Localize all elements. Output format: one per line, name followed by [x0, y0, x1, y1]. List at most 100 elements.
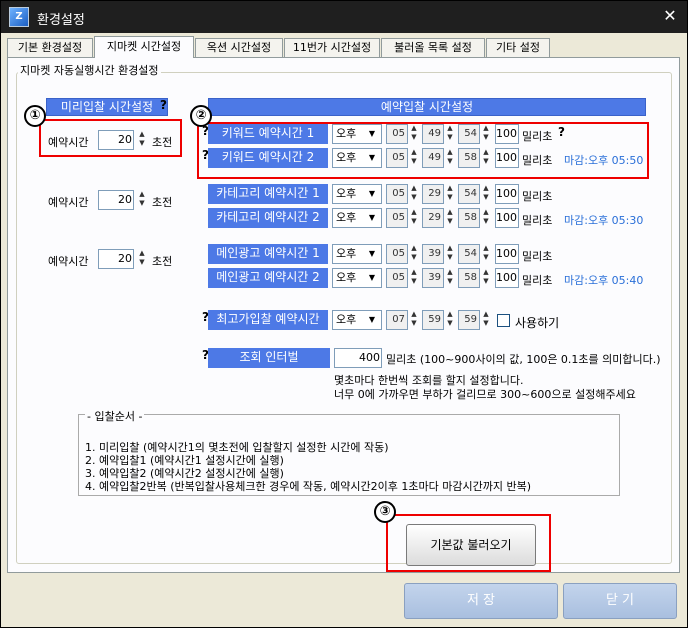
schedule-ampm-value: 오후	[336, 211, 357, 224]
marker-2: ②	[190, 105, 212, 127]
schedule-ms-input[interactable]: 100	[495, 268, 519, 288]
schedule-minute-spinner[interactable]: ▲ ▼	[445, 244, 455, 264]
pre-bid-spinner[interactable]: ▲ ▼	[137, 190, 147, 210]
schedule-ms-input[interactable]: 100	[495, 244, 519, 264]
max-bid-use-label: 사용하기	[515, 316, 560, 330]
highlight-frame-2	[197, 122, 649, 179]
schedule-deadline: 마감:오후 05:40	[564, 274, 644, 287]
bid-order-title: - 입찰순서 -	[85, 408, 145, 424]
window-close-button[interactable]: ✕	[659, 6, 681, 26]
marker-1: ①	[24, 105, 46, 127]
chevron-down-icon[interactable]: ▼	[365, 187, 379, 201]
pre-bid-unit: 초전	[152, 255, 173, 268]
schedule-second-spinner[interactable]: ▲ ▼	[481, 208, 491, 228]
schedule-minute-spinner[interactable]: ▲ ▼	[445, 208, 455, 228]
interval-label: 조회 인터벌	[208, 348, 330, 368]
pre-bid-header: 미리입찰 시간설정	[46, 98, 168, 116]
schedule-ampm-select[interactable]: 오후 ▼	[332, 208, 382, 228]
schedule-hour-input[interactable]: 05	[386, 268, 408, 288]
schedule-ms-unit: 밀리초	[522, 274, 553, 287]
schedule-second-input[interactable]: 58	[458, 268, 480, 288]
marker-3: ③	[374, 501, 396, 523]
schedule-second-input[interactable]: 58	[458, 208, 480, 228]
chevron-down-icon[interactable]: ▼	[365, 211, 379, 225]
chevron-down-icon[interactable]: ▼	[365, 271, 379, 285]
schedule-ms-unit: 밀리초	[522, 250, 553, 263]
schedule-hour-spinner[interactable]: ▲ ▼	[409, 184, 419, 204]
schedule-second-spinner[interactable]: ▲ ▼	[481, 244, 491, 264]
schedule-ms-input[interactable]: 100	[495, 208, 519, 228]
pre-bid-seconds-input[interactable]: 20	[98, 190, 134, 210]
tab-basic-settings[interactable]: 기본 환경설정	[7, 38, 93, 57]
highlight-frame-1	[39, 119, 182, 157]
schedule-second-spinner[interactable]: ▲ ▼	[481, 268, 491, 288]
schedule-label: 메인광고 예약시간 2	[208, 268, 328, 288]
max-bid-label: 최고가입찰 예약시간	[208, 310, 328, 330]
schedule-ampm-value: 오후	[336, 271, 357, 284]
pre-bid-header-label: 미리입찰 시간설정	[60, 100, 154, 114]
schedule-ampm-value: 오후	[336, 187, 357, 200]
save-button[interactable]: 저 장	[404, 583, 558, 619]
schedule-hour-input[interactable]: 05	[386, 244, 408, 264]
max-bid-use-checkbox[interactable]	[497, 314, 510, 327]
pre-bid-unit: 초전	[152, 196, 173, 209]
app-icon: Z	[9, 7, 29, 27]
settings-window: Z 환경설정 ✕ 기본 환경설정 지마켓 시간설정 옥션 시간설정 11번가 시…	[0, 0, 688, 628]
schedule-hour-spinner[interactable]: ▲ ▼	[409, 208, 419, 228]
tab-11st-time[interactable]: 11번가 시간설정	[284, 38, 380, 57]
chevron-down-icon[interactable]: ▼	[365, 313, 379, 327]
schedule-ms-input[interactable]: 100	[495, 184, 519, 204]
schedule-label: 카테고리 예약시간 1	[208, 184, 328, 204]
max-bid-ampm-value: 오후	[336, 313, 357, 326]
schedule-ampm-select[interactable]: 오후 ▼	[332, 244, 382, 264]
max-bid-hour-input[interactable]: 07	[386, 310, 408, 330]
schedule-second-spinner[interactable]: ▲ ▼	[481, 184, 491, 204]
schedule-minute-spinner[interactable]: ▲ ▼	[445, 268, 455, 288]
schedule-ms-unit: 밀리초	[522, 214, 553, 227]
schedule-label: 메인광고 예약시간 1	[208, 244, 328, 264]
chevron-down-icon[interactable]: ▼	[365, 247, 379, 261]
title-bar: Z 환경설정 ✕	[1, 1, 687, 33]
schedule-deadline: 마감:오후 05:30	[564, 214, 644, 227]
interval-help-line-2: 너무 0에 가까우면 부하가 걸리므로 300~600으로 설정해주세요	[334, 388, 636, 401]
close-button[interactable]: 닫 기	[563, 583, 677, 619]
schedule-minute-input[interactable]: 39	[422, 268, 444, 288]
window-title: 환경설정	[37, 13, 85, 28]
pre-bid-label: 예약시간	[48, 196, 89, 209]
schedule-hour-input[interactable]: 05	[386, 184, 408, 204]
max-bid-minute-spinner[interactable]: ▲ ▼	[445, 310, 455, 330]
pre-bid-spinner[interactable]: ▲ ▼	[137, 249, 147, 269]
max-bid-ampm-select[interactable]: 오후 ▼	[332, 310, 382, 330]
tab-gmarket-time[interactable]: 지마켓 시간설정	[94, 36, 194, 58]
interval-input[interactable]: 400	[334, 348, 382, 368]
max-bid-minute-input[interactable]: 59	[422, 310, 444, 330]
schedule-label: 카테고리 예약시간 2	[208, 208, 328, 228]
schedule-hour-input[interactable]: 05	[386, 208, 408, 228]
pre-bid-seconds-input[interactable]: 20	[98, 249, 134, 269]
schedule-minute-input[interactable]: 29	[422, 184, 444, 204]
tab-load-list[interactable]: 불러올 목록 설정	[381, 38, 485, 57]
schedule-second-input[interactable]: 54	[458, 244, 480, 264]
schedule-hour-spinner[interactable]: ▲ ▼	[409, 244, 419, 264]
schedule-header: 예약입찰 시간설정	[208, 98, 646, 116]
bid-order-box: - 입찰순서 - 1. 미리입찰 (예약시간1의 몇초전에 입찰할지 설정한 시…	[78, 408, 620, 496]
max-bid-second-spinner[interactable]: ▲ ▼	[481, 310, 491, 330]
schedule-ampm-select[interactable]: 오후 ▼	[332, 184, 382, 204]
bid-order-line: 4. 예약입찰2반복 (반복입찰사용체크한 경우에 작동, 예약시간2이후 1초…	[85, 480, 531, 493]
schedule-ampm-select[interactable]: 오후 ▼	[332, 268, 382, 288]
schedule-ms-unit: 밀리초	[522, 190, 553, 203]
max-bid-hour-spinner[interactable]: ▲ ▼	[409, 310, 419, 330]
schedule-hour-spinner[interactable]: ▲ ▼	[409, 268, 419, 288]
group-title: 지마켓 자동실행시간 환경설정	[18, 62, 161, 78]
help-icon[interactable]: ?	[160, 98, 167, 112]
schedule-minute-input[interactable]: 29	[422, 208, 444, 228]
max-bid-second-input[interactable]: 59	[458, 310, 480, 330]
schedule-minute-input[interactable]: 39	[422, 244, 444, 264]
interval-desc: 밀리초 (100~900사이의 값, 100은 0.1초를 의미합니다.)	[386, 353, 661, 366]
tab-auction-time[interactable]: 옥션 시간설정	[195, 38, 283, 57]
schedule-ampm-value: 오후	[336, 247, 357, 260]
pre-bid-label: 예약시간	[48, 255, 89, 268]
schedule-second-input[interactable]: 54	[458, 184, 480, 204]
schedule-minute-spinner[interactable]: ▲ ▼	[445, 184, 455, 204]
tab-etc[interactable]: 기타 설정	[486, 38, 550, 57]
